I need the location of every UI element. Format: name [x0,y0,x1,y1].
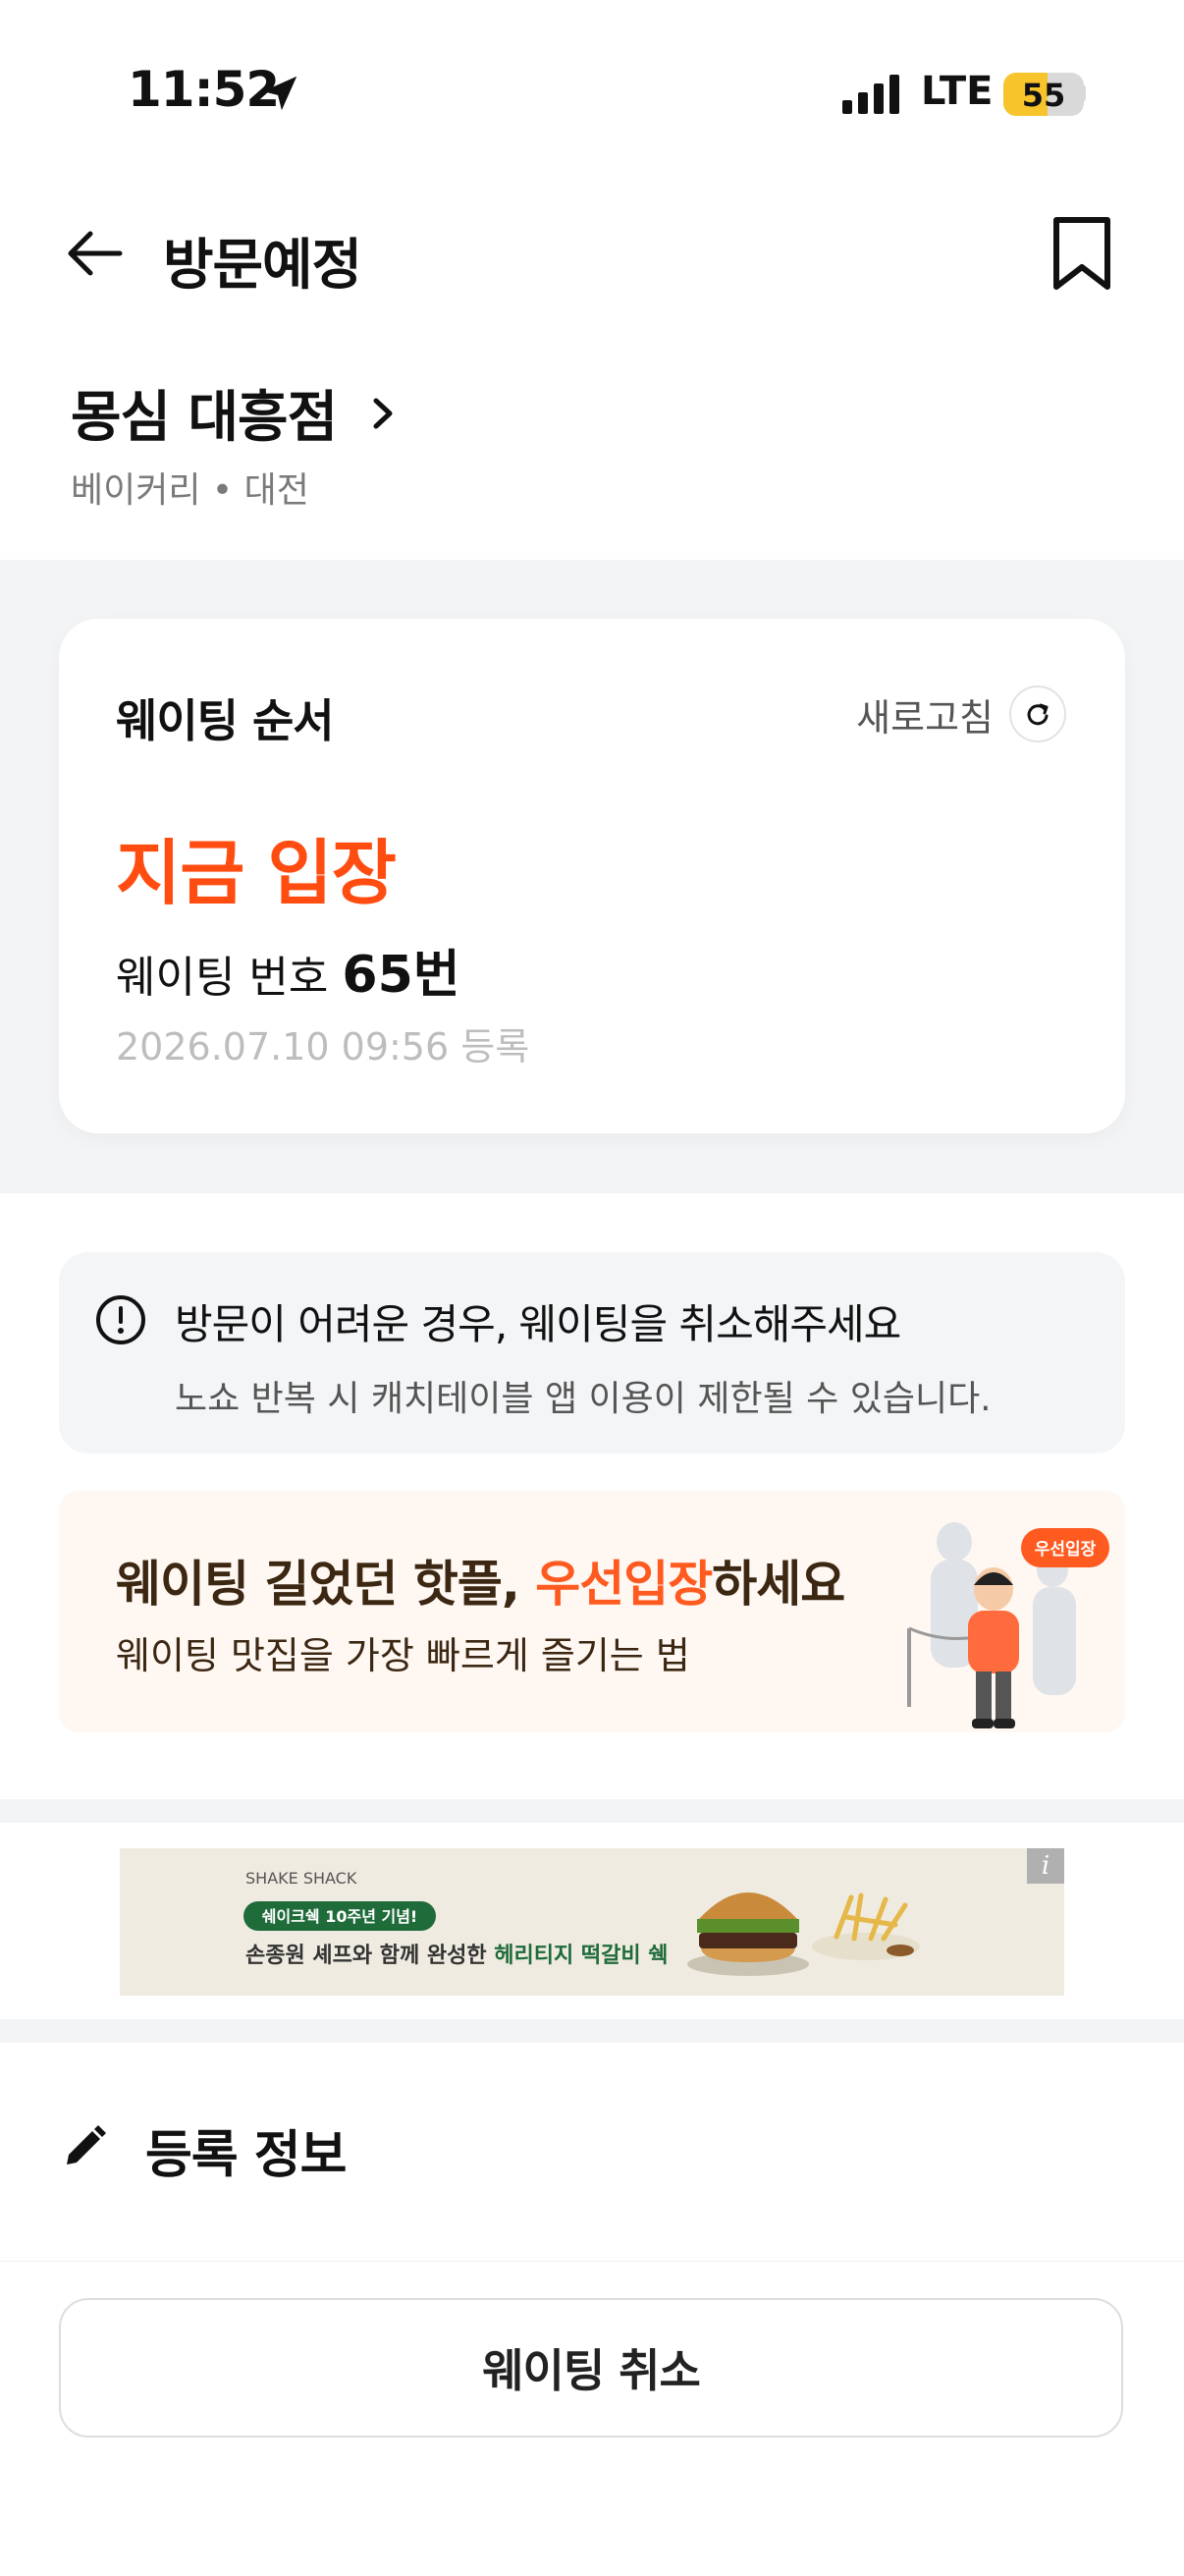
refresh-button[interactable]: 새로고침 [856,685,1066,742]
back-arrow-icon[interactable] [59,218,130,289]
priority-entry-banner[interactable]: 웨이팅 길었던 핫플, 우선입장하세요 웨이팅 맛집을 가장 빠르게 즐기는 법… [59,1491,1125,1732]
promo-badge: 우선입장 [1035,1540,1097,1560]
registered-time: 2026.07.10 09:56 등록 [116,1025,530,1069]
ad-info-icon[interactable]: i [1027,1848,1064,1884]
chevron-right-icon [373,398,393,428]
waiting-number: 65번 [342,946,460,1005]
notice-subtitle: 노쇼 반복 시 캐치테이블 앱 이용이 제한될 수 있습니다. [175,1379,992,1419]
ad-tag: 쉐이크쉑 10주년 기념! [262,1907,417,1926]
exclamation-circle-icon [96,1295,145,1344]
pencil-icon [67,2125,106,2165]
cancel-waiting-button[interactable]: 웨이팅 취소 [59,2298,1123,2438]
battery-level: 55 [1021,77,1066,114]
refresh-icon [1009,685,1066,742]
registration-info-title: 등록 정보 [145,2126,347,2185]
queue-person-illustration: 우선입장 [907,1522,1109,1728]
section-divider [0,1799,1184,1823]
store-link[interactable]: 몽심 대흥점 [71,373,400,453]
cellular-signal-icon [842,75,899,114]
page-title: 방문예정 [163,234,362,298]
ad-banner[interactable]: SHAKE SHACK 쉐이크쉑 10주년 기념! 손종원 셰프와 함께 완성한… [120,1848,1064,1996]
promo-title: 웨이팅 길었던 핫플, 우선입장하세요 [116,1545,845,1616]
notice-title: 방문이 어려운 경우, 웨이팅을 취소해주세요 [175,1300,901,1348]
cancel-notice: 방문이 어려운 경우, 웨이팅을 취소해주세요 노쇼 반복 시 캐치테이블 앱 … [59,1252,1125,1453]
waiting-number-line: 웨이팅 번호 65번 [116,933,460,1007]
promo-title-highlight: 우선입장 [535,1556,713,1613]
ad-artwork: SHAKE SHACK 쉐이크쉑 10주년 기념! 손종원 셰프와 함께 완성한… [243,1869,920,1976]
section-divider [0,2019,1184,2043]
location-arrow-icon [262,76,297,111]
waiting-number-label: 웨이팅 번호 [116,953,329,1003]
network-type: LTE [921,69,994,114]
battery-cap [1080,84,1086,102]
promo-title-suffix: 하세요 [712,1556,845,1613]
ad-text-highlight: 헤리티지 떡갈비 쉑 [494,1944,668,1968]
svg-text:손종원 셰프와 함께 완성한 헤리티지 떡갈비 쉑: 손종원 셰프와 함께 완성한 헤리티지 떡갈비 쉑 [245,1944,669,1968]
promo-title-prefix: 웨이팅 길었던 핫플, [116,1556,536,1613]
ad-brand: SHAKE SHACK [245,1869,357,1888]
waiting-card-title: 웨이팅 순서 [116,694,335,747]
battery-indicator: 55 [1003,73,1084,116]
promo-subtitle: 웨이팅 맛집을 가장 빠르게 즐기는 법 [116,1634,690,1677]
store-category: 베이커리 • 대전 [71,470,309,511]
refresh-label: 새로고침 [856,695,994,740]
waiting-card: 웨이팅 순서 새로고침 지금 입장 웨이팅 번호 65번 2026.07.10 … [59,619,1125,1133]
bookmark-icon[interactable] [1047,214,1117,293]
ad-text: 손종원 셰프와 함께 완성한 [245,1944,494,1968]
waiting-status: 지금 입장 [116,832,397,914]
store-name: 몽심 대흥점 [71,386,338,450]
